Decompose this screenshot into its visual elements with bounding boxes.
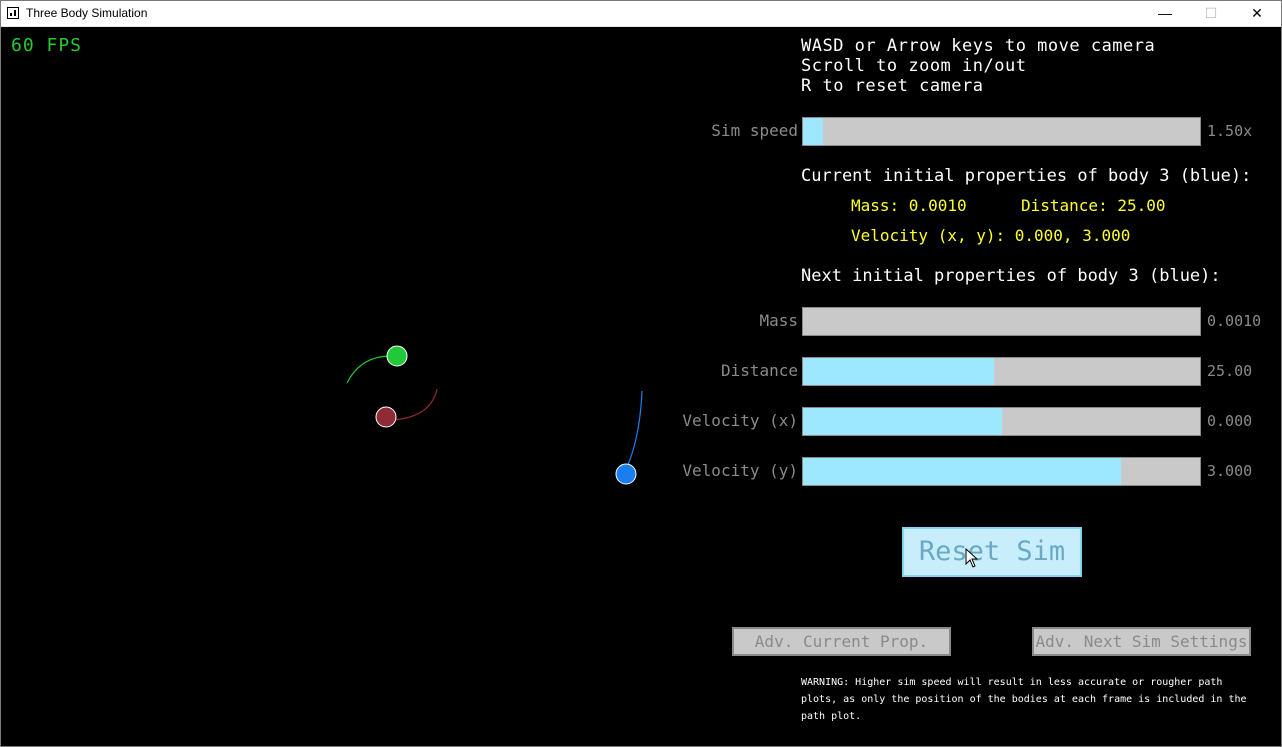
velocity-y-slider-fill [803, 458, 1121, 485]
sim-speed-label: Sim speed [711, 121, 798, 140]
window-title: Three Body Simulation [26, 6, 148, 20]
app-window: Three Body Simulation — ☐ ✕ 60 FPS WASD … [0, 0, 1282, 747]
instruction-reset-camera: R to reset camera [801, 76, 984, 96]
instruction-move-camera: WASD or Arrow keys to move camera [801, 36, 1156, 56]
blue-body [615, 463, 637, 485]
current-distance: Distance: 25.00 [1021, 196, 1166, 215]
title-bar[interactable]: Three Body Simulation — ☐ ✕ [1, 1, 1281, 27]
sim-speed-slider[interactable] [802, 117, 1201, 146]
velocity-x-slider-label: Velocity (x) [682, 411, 798, 430]
current-properties-heading: Current initial properties of body 3 (bl… [801, 166, 1252, 186]
close-button[interactable]: ✕ [1234, 1, 1280, 26]
mass-slider-label: Mass [759, 311, 798, 330]
red-body [375, 406, 397, 428]
distance-slider[interactable] [802, 357, 1201, 386]
mouse-cursor-icon [965, 548, 979, 568]
adv-current-prop-button[interactable]: Adv. Current Prop. [732, 627, 951, 656]
instruction-zoom: Scroll to zoom in/out [801, 56, 1027, 76]
velocity-y-slider-value: 3.000 [1207, 462, 1253, 480]
adv-next-sim-settings-button[interactable]: Adv. Next Sim Settings [1032, 627, 1251, 656]
red-body-trail [392, 388, 438, 421]
next-properties-heading: Next initial properties of body 3 (blue)… [801, 266, 1221, 286]
distance-slider-label: Distance [720, 361, 798, 380]
sim-speed-value: 1.50x [1207, 122, 1253, 140]
mass-slider-value: 0.0010 [1207, 312, 1262, 330]
velocity-y-slider[interactable] [802, 457, 1201, 486]
mass-slider[interactable] [802, 307, 1201, 336]
velocity-x-slider[interactable] [802, 407, 1201, 436]
app-icon [7, 7, 19, 19]
current-mass: Mass: 0.0010 [851, 196, 967, 215]
minimize-button[interactable]: — [1142, 1, 1188, 26]
reset-sim-button[interactable]: Reset Sim [902, 527, 1082, 577]
maximize-button[interactable]: ☐ [1188, 1, 1234, 26]
velocity-x-slider-value: 0.000 [1207, 412, 1253, 430]
green-body [386, 345, 408, 367]
green-body-trail [346, 355, 394, 384]
current-velocity: Velocity (x, y): 0.000, 3.000 [851, 226, 1131, 245]
orbit-view [346, 345, 643, 485]
velocity-y-slider-label: Velocity (y) [682, 461, 798, 480]
simulation-canvas[interactable]: 60 FPS WASD or Arrow keys to move camera… [1, 27, 1281, 747]
velocity-x-slider-fill [803, 408, 1002, 435]
warning-text: WARNING: Higher sim speed will result in… [801, 677, 1247, 722]
distance-slider-fill [803, 358, 994, 385]
distance-slider-value: 25.00 [1207, 362, 1253, 380]
sim-speed-fill [803, 118, 823, 145]
